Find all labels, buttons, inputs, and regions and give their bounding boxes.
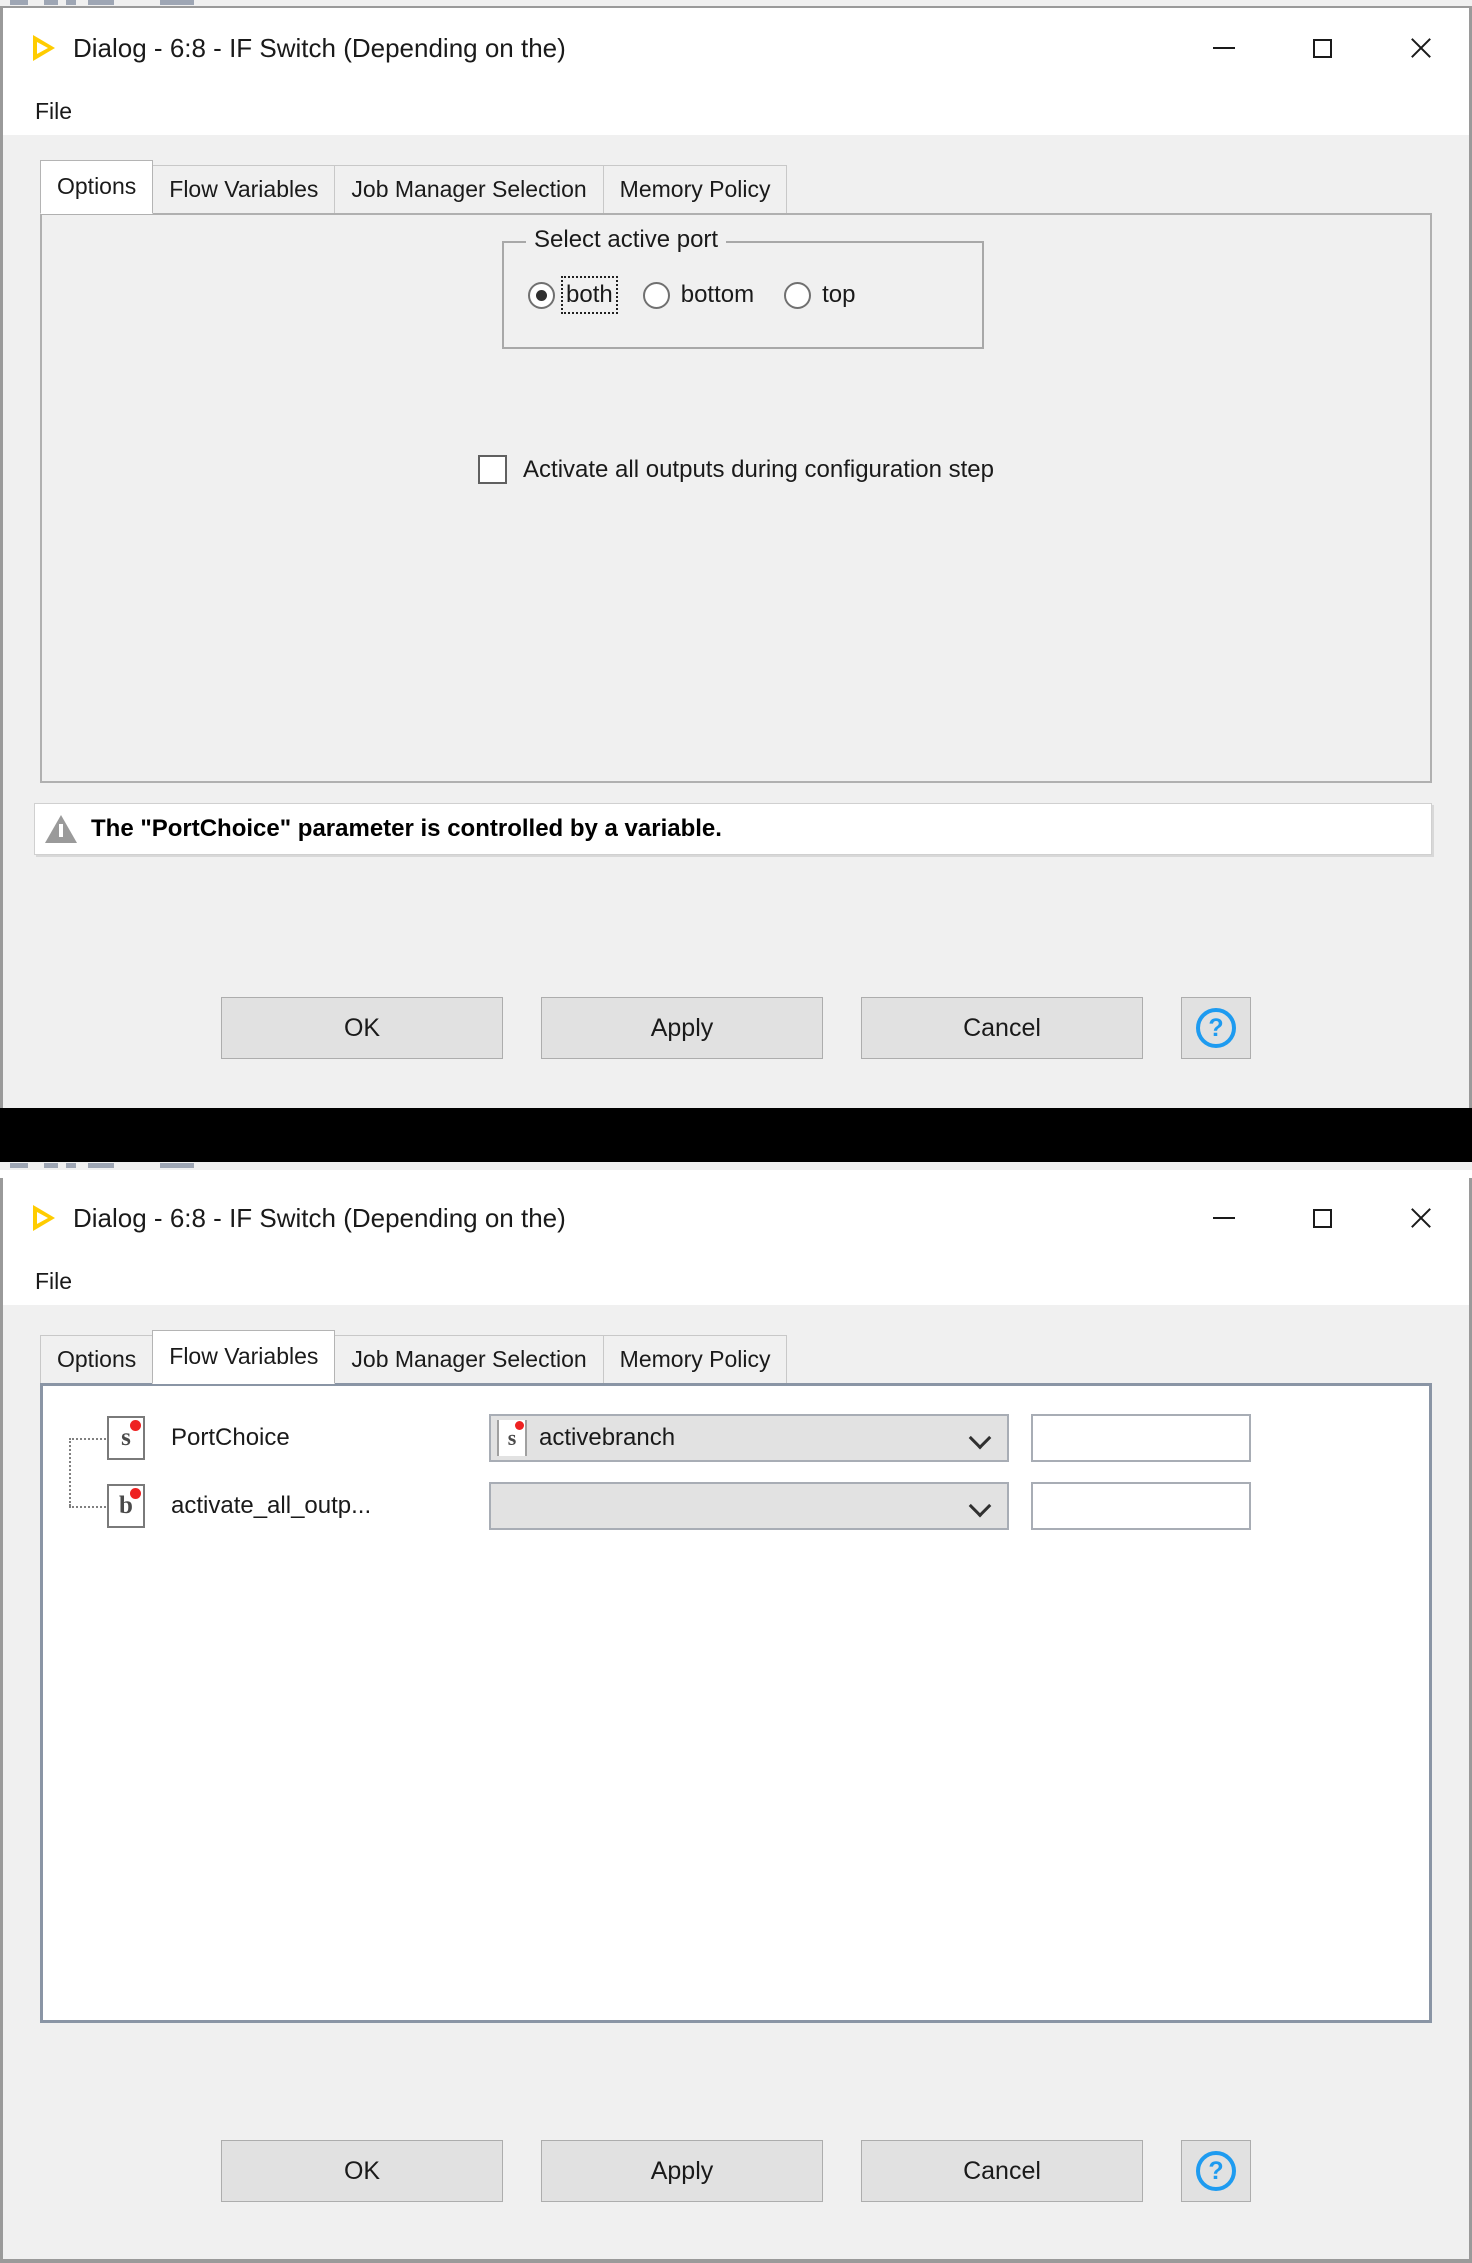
combo-variable-status-dot <box>515 1421 524 1430</box>
tab-options-2[interactable]: Options <box>40 1335 154 1383</box>
warning-message: The "PortChoice" parameter is controlled… <box>91 815 722 842</box>
radio-icon-bottom <box>642 281 670 309</box>
flow-variables-dialog-window: Dialog - 6:8 - IF Switch (Depending on t… <box>0 1178 1472 2263</box>
flow-variable-row-portchoice: s PortChoice s activebranch <box>43 1404 1429 1506</box>
group-title: Select active port <box>526 226 727 254</box>
dialog-body-2: Options Flow Variables Job Manager Selec… <box>3 1305 1469 2263</box>
ok-button[interactable]: OK <box>221 997 503 1059</box>
window-bottom-edge <box>3 2259 1472 2263</box>
flow-variable-name-portchoice: PortChoice <box>171 1424 290 1451</box>
menu-bar: File <box>3 88 1469 135</box>
help-button-2[interactable]: ? <box>1181 2140 1251 2202</box>
knime-triangle-icon <box>33 35 55 61</box>
tab-strip: Options Flow Variables Job Manager Selec… <box>3 135 1469 214</box>
screenshot-separator-band <box>0 1108 1472 1170</box>
checkbox-icon-activate-all-outputs[interactable] <box>478 455 508 484</box>
radio-option-top[interactable]: top <box>784 281 855 309</box>
radio-icon-both <box>528 281 555 309</box>
combo-variable-glyph: s <box>507 1425 517 1450</box>
window-controls <box>1175 8 1469 88</box>
background-window-sliver <box>0 0 1472 8</box>
window-title-2: Dialog - 6:8 - IF Switch (Depending on t… <box>73 1202 566 1233</box>
tab-flow-variables[interactable]: Flow Variables <box>152 165 336 213</box>
menu-item-file[interactable]: File <box>27 94 80 129</box>
flow-variable-output-field-portchoice[interactable] <box>1031 1414 1251 1462</box>
string-variable-glyph: s <box>121 1424 131 1451</box>
tab-options[interactable]: Options <box>40 160 154 214</box>
maximize-icon <box>1312 38 1332 58</box>
select-active-port-group: Select active port both bottom top <box>502 226 984 349</box>
boolean-variable-icon: b <box>107 1484 145 1528</box>
dialog-body: Options Flow Variables Job Manager Selec… <box>3 135 1469 1108</box>
chevron-down-icon <box>971 1429 989 1447</box>
tab-job-manager-selection[interactable]: Job Manager Selection <box>334 165 604 213</box>
background-window-sliver-2 <box>0 1162 1472 1170</box>
apply-button[interactable]: Apply <box>541 997 823 1059</box>
close-button[interactable] <box>1371 8 1469 88</box>
options-panel: Select active port both bottom top Activ… <box>40 213 1432 783</box>
help-icon-2: ? <box>1196 2151 1236 2191</box>
ok-button-2[interactable]: OK <box>221 2140 503 2202</box>
string-variable-icon: s <box>107 1416 145 1460</box>
minimize-icon <box>1213 1217 1235 1219</box>
maximize-icon <box>1312 1208 1332 1228</box>
flow-variable-name-activate-all-outputs: activate_all_outp... <box>171 1492 372 1519</box>
flow-variable-combo-portchoice[interactable]: s activebranch <box>489 1414 1009 1462</box>
menu-item-file-2[interactable]: File <box>27 1264 80 1299</box>
chevron-down-icon-2 <box>971 1497 989 1515</box>
options-dialog-window: Dialog - 6:8 - IF Switch (Depending on t… <box>0 8 1472 1108</box>
minimize-icon <box>1213 47 1235 49</box>
knime-triangle-icon <box>33 1205 55 1231</box>
button-row: OK Apply Cancel ? <box>3 997 1469 1059</box>
flow-variable-row-activate-all-outputs: b activate_all_outp... <box>43 1472 1429 1540</box>
window-title: Dialog - 6:8 - IF Switch (Depending on t… <box>73 32 566 63</box>
combo-selected-value-portchoice: activebranch <box>539 1424 676 1451</box>
button-row-2: OK Apply Cancel ? <box>3 2140 1469 2202</box>
radio-group: both bottom top <box>504 243 982 347</box>
radio-option-bottom[interactable]: bottom <box>642 281 755 309</box>
radio-label-both: both <box>561 276 618 314</box>
activate-all-outputs-row[interactable]: Activate all outputs during configuratio… <box>42 455 1430 484</box>
warning-triangle-icon <box>45 815 77 843</box>
help-button[interactable]: ? <box>1181 997 1251 1059</box>
flow-variable-combo-activate-all-outputs[interactable] <box>489 1482 1009 1530</box>
maximize-button[interactable] <box>1273 8 1371 88</box>
variable-status-dot-2 <box>130 1488 141 1499</box>
tab-job-manager-selection-2[interactable]: Job Manager Selection <box>334 1335 604 1383</box>
radio-label-bottom: bottom <box>680 281 755 308</box>
radio-option-both[interactable]: both <box>528 276 618 314</box>
minimize-button-2[interactable] <box>1175 1178 1273 1258</box>
flow-variables-panel: s PortChoice s activebranch b activate_a… <box>40 1383 1432 2023</box>
radio-label-top: top <box>822 281 856 308</box>
menu-bar-2: File <box>3 1258 1469 1305</box>
warning-bar: The "PortChoice" parameter is controlled… <box>34 803 1432 855</box>
checkbox-label-activate-all-outputs: Activate all outputs during configuratio… <box>523 455 994 483</box>
flow-variable-output-field-activate-all-outputs[interactable] <box>1031 1482 1251 1530</box>
title-bar-2[interactable]: Dialog - 6:8 - IF Switch (Depending on t… <box>3 1178 1469 1258</box>
window-controls-2 <box>1175 1178 1469 1258</box>
tab-strip-2: Options Flow Variables Job Manager Selec… <box>3 1305 1469 1384</box>
apply-button-2[interactable]: Apply <box>541 2140 823 2202</box>
title-bar[interactable]: Dialog - 6:8 - IF Switch (Depending on t… <box>3 8 1469 88</box>
close-icon <box>1408 36 1432 60</box>
cancel-button[interactable]: Cancel <box>861 997 1143 1059</box>
tab-memory-policy[interactable]: Memory Policy <box>602 165 788 213</box>
tab-flow-variables-2[interactable]: Flow Variables <box>152 1330 336 1384</box>
tab-memory-policy-2[interactable]: Memory Policy <box>602 1335 788 1383</box>
close-button-2[interactable] <box>1371 1178 1469 1258</box>
combo-string-variable-icon: s <box>497 1420 527 1456</box>
variable-status-dot <box>130 1420 141 1431</box>
radio-icon-top <box>784 281 812 309</box>
minimize-button[interactable] <box>1175 8 1273 88</box>
cancel-button-2[interactable]: Cancel <box>861 2140 1143 2202</box>
maximize-button-2[interactable] <box>1273 1178 1371 1258</box>
close-icon <box>1408 1206 1432 1230</box>
help-icon: ? <box>1196 1008 1236 1048</box>
